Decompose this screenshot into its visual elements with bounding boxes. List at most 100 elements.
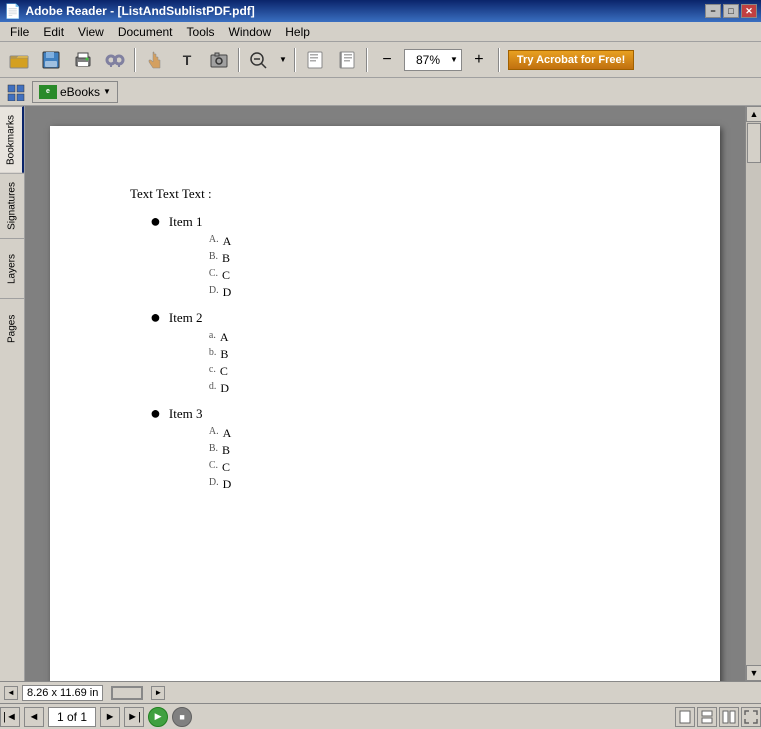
item-1-content: Item 1 A. A B. B	[169, 214, 231, 304]
sub-prefix-2d: d.	[209, 381, 217, 392]
zoom-minus-button[interactable]: −	[372, 46, 402, 74]
bookmarks-tab[interactable]: Bookmarks	[0, 106, 24, 173]
sub-prefix-1b: B.	[209, 251, 218, 262]
print-button[interactable]	[68, 46, 98, 74]
right-scrollbar: ▲ ▼	[745, 106, 761, 681]
pdf-area[interactable]: Text Text Text : ● Item 1 A. A	[25, 106, 745, 681]
item-3-content: Item 3 A. A B. B	[169, 406, 231, 496]
maximize-button[interactable]: □	[723, 4, 739, 18]
pages-tab[interactable]: Pages	[0, 298, 24, 358]
scroll-track[interactable]	[746, 122, 761, 665]
toolbar2-icon1[interactable]	[4, 81, 28, 103]
subitem-1-c: C. C	[209, 268, 231, 283]
first-page-button[interactable]: |◄	[0, 707, 20, 727]
view-buttons	[675, 707, 761, 727]
title-bar: 📄 Adobe Reader - [ListAndSublistPDF.pdf]…	[0, 0, 761, 22]
continuous-view-button[interactable]	[697, 707, 717, 727]
close-button[interactable]: ✕	[741, 4, 757, 18]
sub-text-3c: C	[222, 460, 230, 475]
next-page-nav-button[interactable]: ►	[100, 707, 120, 727]
zoom-input[interactable]: 87%	[408, 53, 448, 67]
zoom-dropdown-button[interactable]: ▼	[276, 46, 290, 74]
text-select-button[interactable]: T	[172, 46, 202, 74]
sub-text-2c: C	[220, 364, 228, 379]
sub-prefix-3a: A.	[209, 426, 219, 437]
item-1-label: Item 1	[169, 214, 203, 229]
fullscreen-button[interactable]	[741, 707, 761, 727]
subitem-3-c: C. C	[209, 460, 231, 475]
pdf-wrapper: Text Text Text : ● Item 1 A. A	[25, 106, 761, 681]
snapshot-button[interactable]	[204, 46, 234, 74]
two-page-view-button[interactable]	[719, 707, 739, 727]
h-scroll-thumb[interactable]	[112, 687, 142, 699]
sub-text-3b: B	[222, 443, 230, 458]
zoom-out-button[interactable]	[244, 46, 274, 74]
sub-prefix-2b: b.	[209, 347, 217, 358]
scroll-down-button[interactable]: ▼	[746, 665, 761, 681]
try-acrobat-button[interactable]: Try Acrobat for Free!	[508, 50, 634, 70]
menu-help[interactable]: Help	[279, 23, 316, 41]
open-button[interactable]	[4, 46, 34, 74]
menu-tools[interactable]: Tools	[181, 23, 221, 41]
single-page-view-button[interactable]	[675, 707, 695, 727]
menu-view[interactable]: View	[72, 23, 110, 41]
scroll-up-button[interactable]: ▲	[746, 106, 761, 122]
pdf-page: Text Text Text : ● Item 1 A. A	[50, 126, 720, 681]
subitem-3-b: B. B	[209, 443, 231, 458]
sub-prefix-1c: C.	[209, 268, 218, 279]
hand-tool-button[interactable]	[140, 46, 170, 74]
zoom-control: 87% ▼	[404, 49, 462, 71]
save-button[interactable]	[36, 46, 66, 74]
bullet-2: ●	[150, 308, 161, 326]
sub-text-3d: D	[223, 477, 232, 492]
window-title: Adobe Reader - [ListAndSublistPDF.pdf]	[25, 4, 254, 18]
menu-window[interactable]: Window	[223, 23, 278, 41]
sub-text-2a: A	[220, 330, 229, 345]
last-page-button[interactable]: ►|	[124, 707, 144, 727]
signatures-tab[interactable]: Signatures	[0, 173, 24, 238]
subitem-1-d: D. D	[209, 285, 231, 300]
sub-text-2b: B	[220, 347, 228, 362]
zoom-plus-button[interactable]: +	[464, 46, 494, 74]
subitem-2-c: c. C	[209, 364, 229, 379]
search-button[interactable]	[100, 46, 130, 74]
next-page-button[interactable]	[332, 46, 362, 74]
bullet-1: ●	[150, 212, 161, 230]
separator-3	[294, 48, 296, 72]
h-scrollbar[interactable]	[111, 686, 143, 700]
play-button[interactable]: ▶	[148, 707, 168, 727]
pdf-list: ● Item 1 A. A B. B	[150, 214, 640, 496]
item-2-label: Item 2	[169, 310, 203, 325]
stop-button[interactable]: ■	[172, 707, 192, 727]
sub-text-1b: B	[222, 251, 230, 266]
page-indicator[interactable]: 1 of 1	[48, 707, 96, 727]
page-dimensions: 8.26 x 11.69 in	[22, 685, 103, 701]
menu-document[interactable]: Document	[112, 23, 179, 41]
separator-4	[366, 48, 368, 72]
bullet-3: ●	[150, 404, 161, 422]
h-scroll-right[interactable]: ►	[151, 686, 165, 700]
prev-page-button[interactable]	[300, 46, 330, 74]
status-left: ◄ 8.26 x 11.69 in ►	[4, 685, 165, 701]
sub-prefix-3c: C.	[209, 460, 218, 471]
subitem-2-a: a. A	[209, 330, 229, 345]
separator-5	[498, 48, 500, 72]
intro-text: Text Text Text :	[130, 186, 640, 202]
sub-text-3a: A	[223, 426, 232, 441]
menu-edit[interactable]: Edit	[37, 23, 70, 41]
item-3-label: Item 3	[169, 406, 203, 421]
item-1-sublist: A. A B. B C. C	[209, 234, 231, 300]
menu-file[interactable]: File	[4, 23, 35, 41]
scroll-thumb[interactable]	[747, 123, 761, 163]
subitem-3-d: D. D	[209, 477, 231, 492]
layers-tab[interactable]: Layers	[0, 238, 24, 298]
ebooks-button[interactable]: e eBooks ▼	[32, 81, 118, 103]
subitem-2-b: b. B	[209, 347, 229, 362]
item-2-sublist: a. A b. B c. C	[209, 330, 229, 396]
subitem-1-b: B. B	[209, 251, 231, 266]
item-3-sublist: A. A B. B C. C	[209, 426, 231, 492]
status-bar: ◄ 8.26 x 11.69 in ►	[0, 681, 761, 703]
h-scroll-left[interactable]: ◄	[4, 686, 18, 700]
minimize-button[interactable]: −	[705, 4, 721, 18]
prev-page-nav-button[interactable]: ◄	[24, 707, 44, 727]
